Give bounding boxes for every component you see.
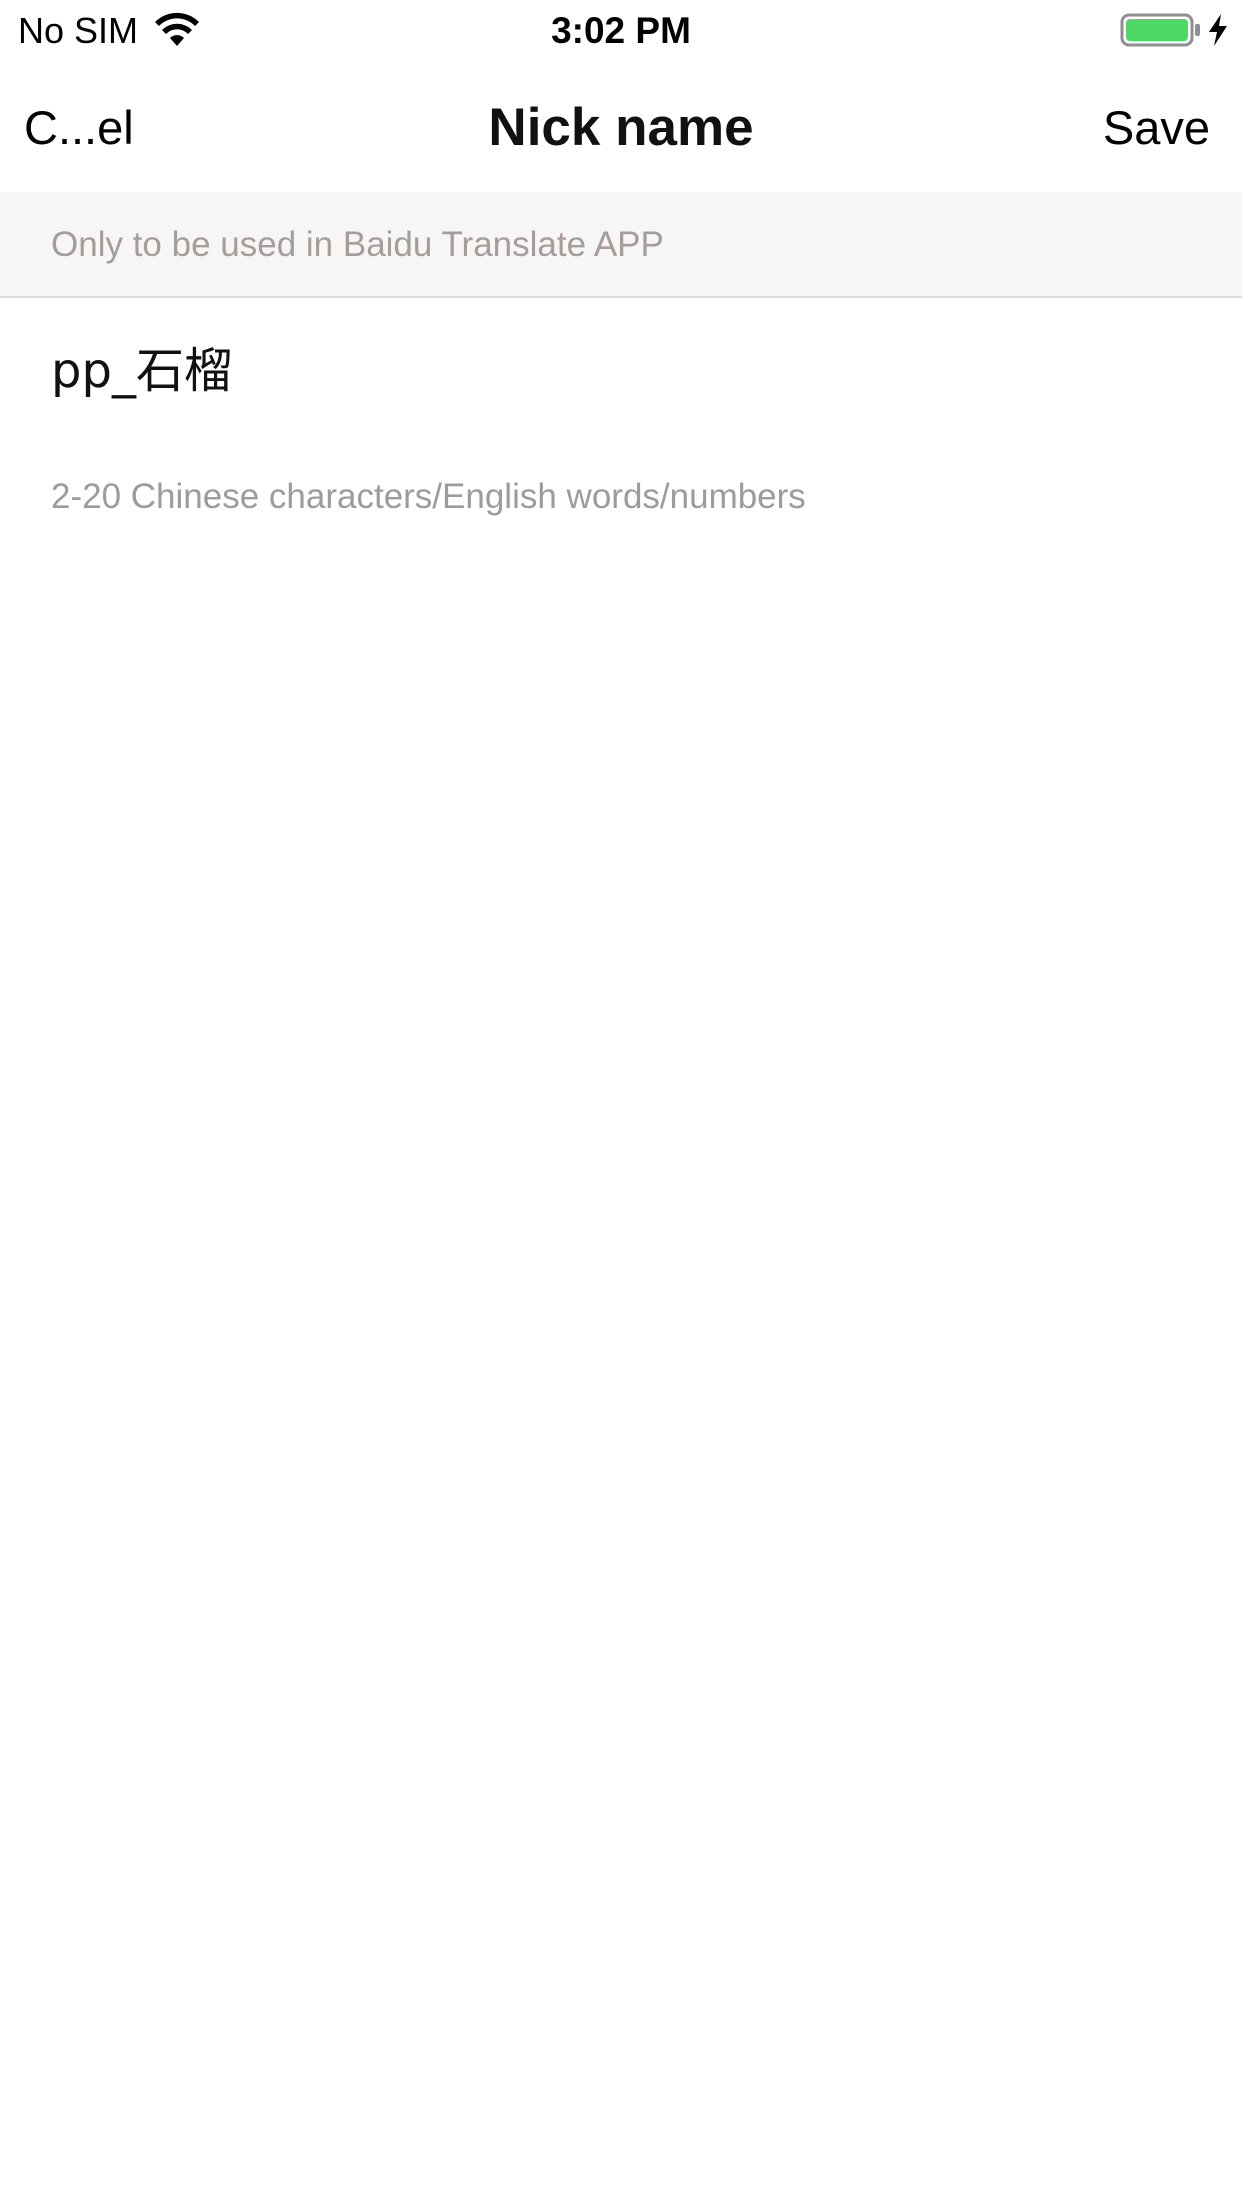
save-button[interactable]: Save [1103,100,1210,156]
charging-bolt-icon [1209,14,1227,46]
usage-notice-text: Only to be used in Baidu Translate APP [51,225,664,264]
screen: No SIM 3:02 PM C...el Nick name Save Onl… [0,0,1242,2208]
usage-notice-banner: Only to be used in Baidu Translate APP [0,192,1242,298]
status-time: 3:02 PM [551,10,691,51]
nickname-rules-hint: 2-20 Chinese characters/English words/nu… [51,477,806,516]
battery-icon [1120,13,1200,47]
page-title: Nick name [488,98,754,157]
navigation-bar: C...el Nick name Save [0,62,1242,192]
nickname-input[interactable] [51,336,1191,406]
status-bar: No SIM 3:02 PM [0,0,1242,62]
